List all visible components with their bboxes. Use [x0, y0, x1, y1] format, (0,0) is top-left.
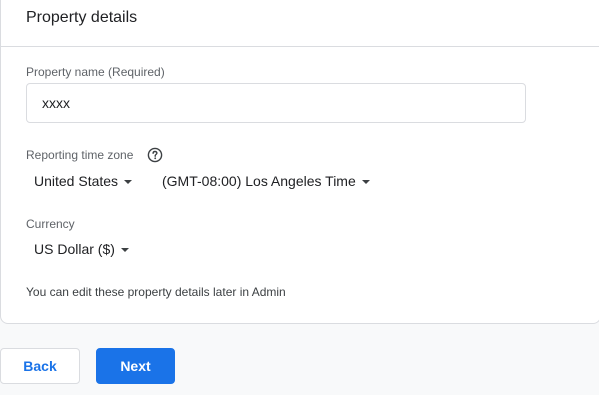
- next-button[interactable]: Next: [96, 348, 175, 384]
- currency-label: Currency: [26, 217, 75, 231]
- back-button[interactable]: Back: [0, 348, 80, 384]
- dropdown-arrow-icon: [124, 180, 133, 184]
- dropdown-arrow-icon: [361, 180, 370, 184]
- currency-value: US Dollar ($): [34, 241, 115, 257]
- card-header: Property details: [1, 0, 599, 47]
- country-value: United States: [34, 173, 119, 189]
- time-zone-value: (GMT-08:00) Los Angeles Time: [162, 173, 356, 189]
- property-name-label: Property name (Required): [26, 65, 165, 79]
- time-zone-dropdown[interactable]: (GMT-08:00) Los Angeles Time: [162, 171, 370, 191]
- edit-later-note: You can edit these property details late…: [26, 285, 286, 299]
- help-circle-icon[interactable]: [147, 147, 163, 163]
- country-dropdown[interactable]: United States: [34, 171, 133, 191]
- dropdown-arrow-icon: [120, 248, 129, 252]
- property-name-input[interactable]: xxxx: [26, 83, 526, 123]
- card-title: Property details: [26, 9, 138, 26]
- property-details-card: Property details Property name (Required…: [0, 0, 599, 324]
- currency-dropdown[interactable]: US Dollar ($): [34, 239, 129, 259]
- time-zone-label: Reporting time zone: [26, 148, 134, 162]
